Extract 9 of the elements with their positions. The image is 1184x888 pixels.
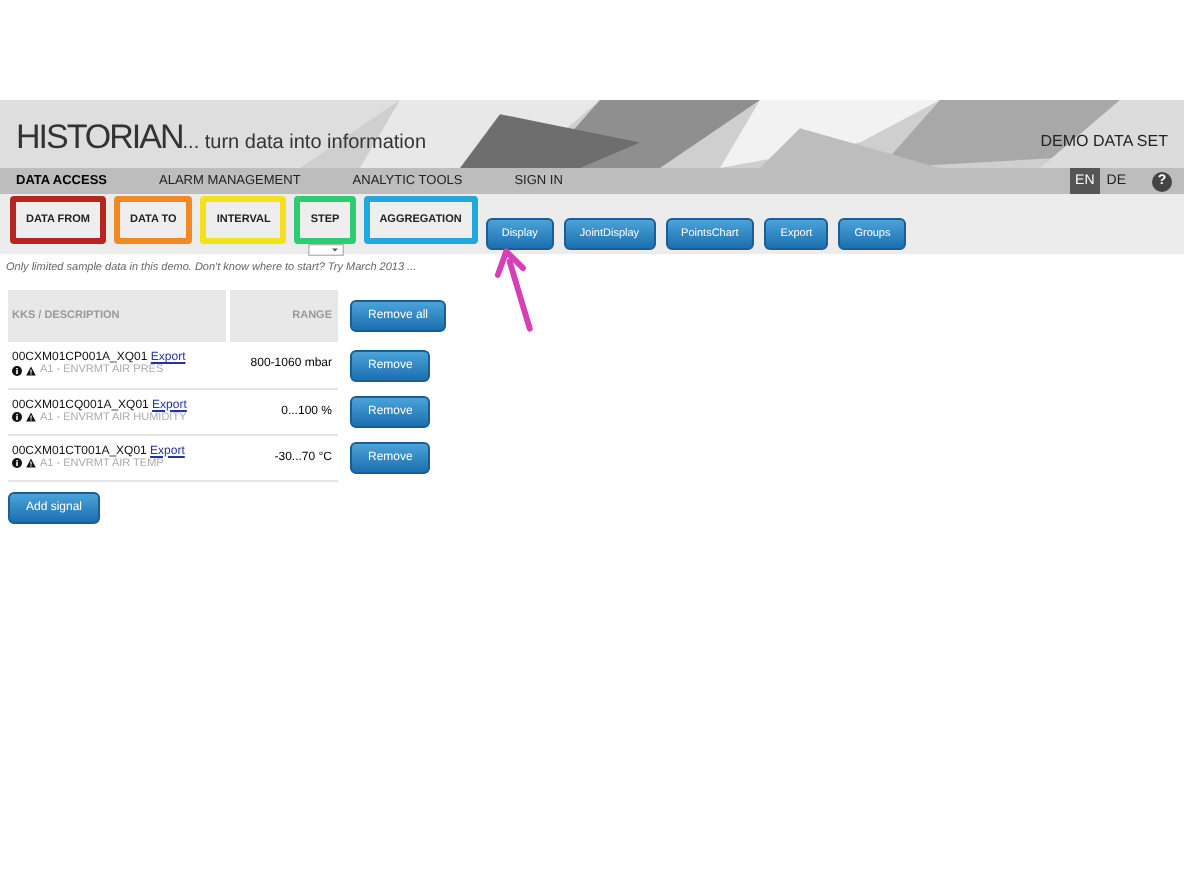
warning-icon[interactable] [26,365,36,376]
dataset-label: DEMO DATA SET [1040,132,1168,150]
brand-title: HISTORIAN [16,118,183,158]
warning-icon[interactable] [26,412,36,422]
warning-icon[interactable] [26,458,36,468]
info-icon[interactable] [12,458,22,468]
info-icon[interactable] [12,365,22,376]
info-icon[interactable] [12,412,22,422]
tagline: ... turn data into information [182,132,426,154]
